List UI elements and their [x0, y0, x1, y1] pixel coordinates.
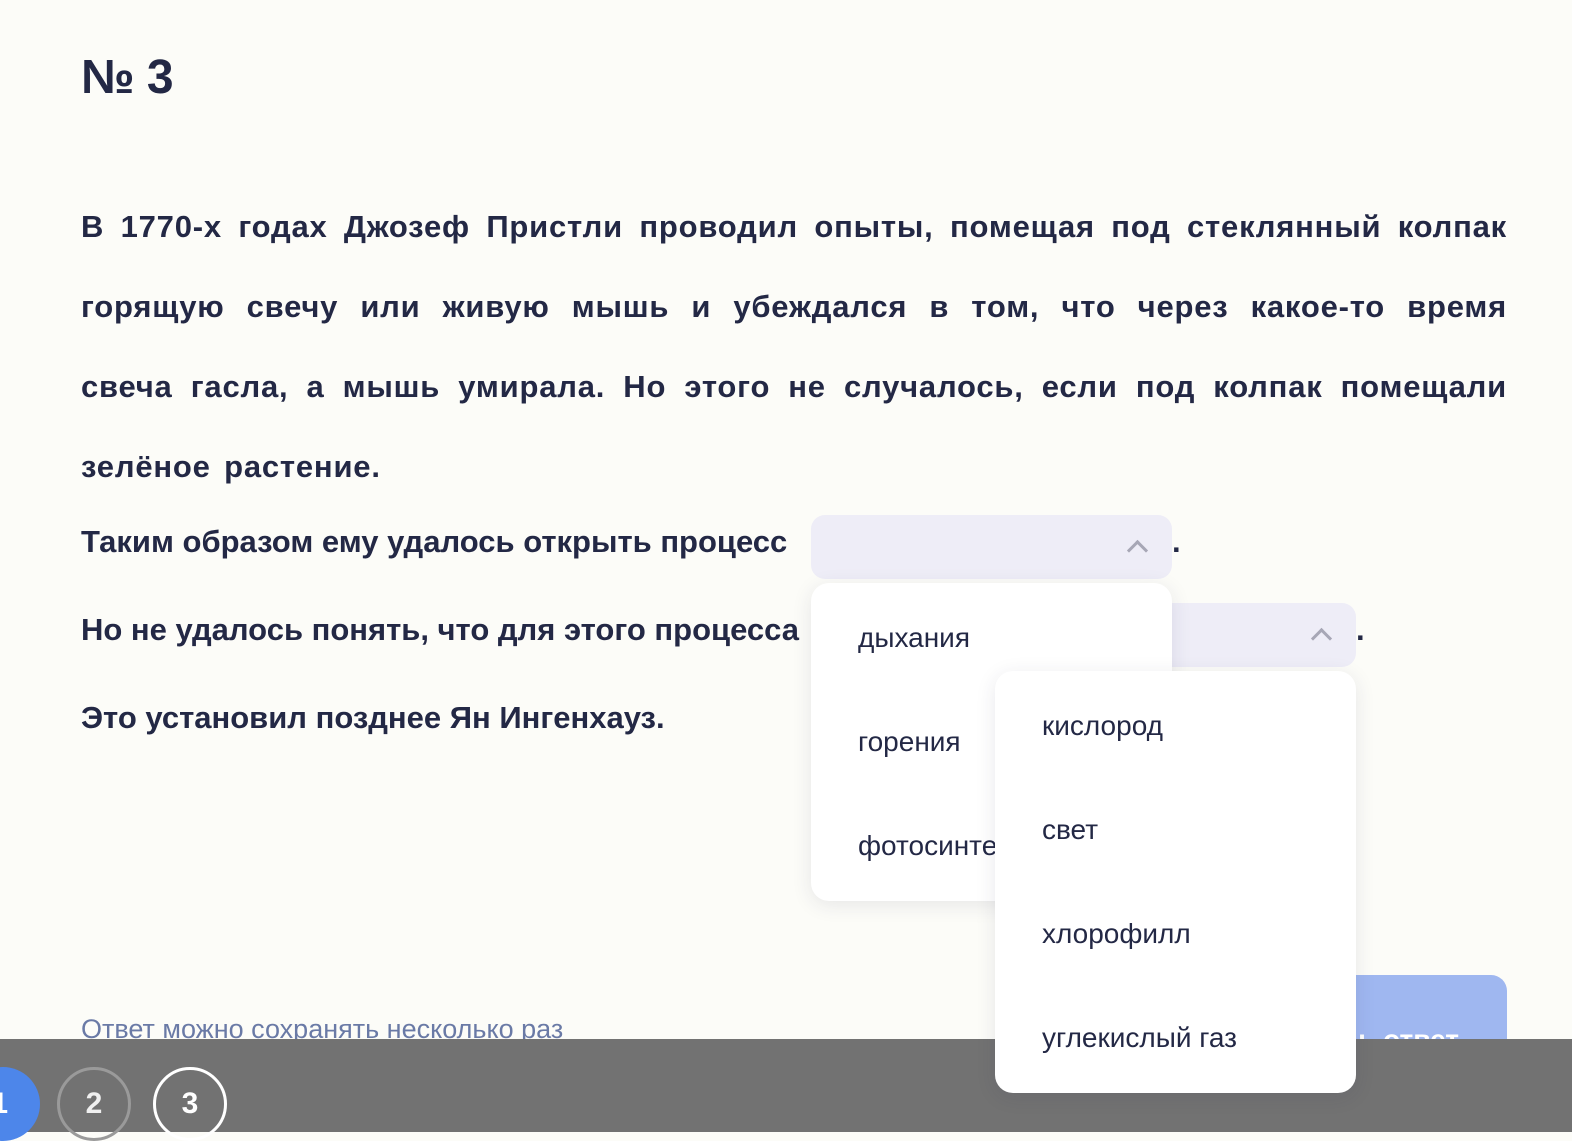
option-carbon-dioxide[interactable]: углекислый газ [1042, 1022, 1237, 1054]
chevron-up-icon [1310, 627, 1333, 650]
task-paragraph: В 1770-х годах Джозеф Пристли проводил о… [81, 209, 1507, 484]
page-button-3[interactable]: 3 [153, 1067, 227, 1141]
chevron-up-icon [1126, 539, 1149, 562]
sentence-ingenhousz: Это установил позднее Ян Ингенхауз. [81, 700, 665, 735]
option-respiration[interactable]: дыхания [858, 622, 970, 654]
task-title: № 3 [81, 51, 174, 104]
requirement-select[interactable] [1172, 603, 1356, 667]
option-photosynthesis[interactable]: фотосинте [858, 830, 997, 862]
option-combustion[interactable]: горения [858, 726, 961, 758]
sentence-period: . [1172, 524, 1181, 559]
process-select[interactable] [811, 515, 1172, 579]
option-chlorophyll[interactable]: хлорофилл [1042, 918, 1191, 950]
sentence-requirement: Но не удалось понять, что для этого проц… [81, 612, 800, 647]
option-light[interactable]: свет [1042, 814, 1098, 846]
option-oxygen[interactable]: кислород [1042, 710, 1163, 742]
sentence-process: Таким образом ему удалось открыть процес… [81, 524, 788, 559]
sentence-period: . [1356, 612, 1365, 647]
requirement-dropdown-menu: кислород свет хлорофилл углекислый газ [995, 671, 1356, 1093]
page-button-2[interactable]: 2 [57, 1067, 131, 1141]
